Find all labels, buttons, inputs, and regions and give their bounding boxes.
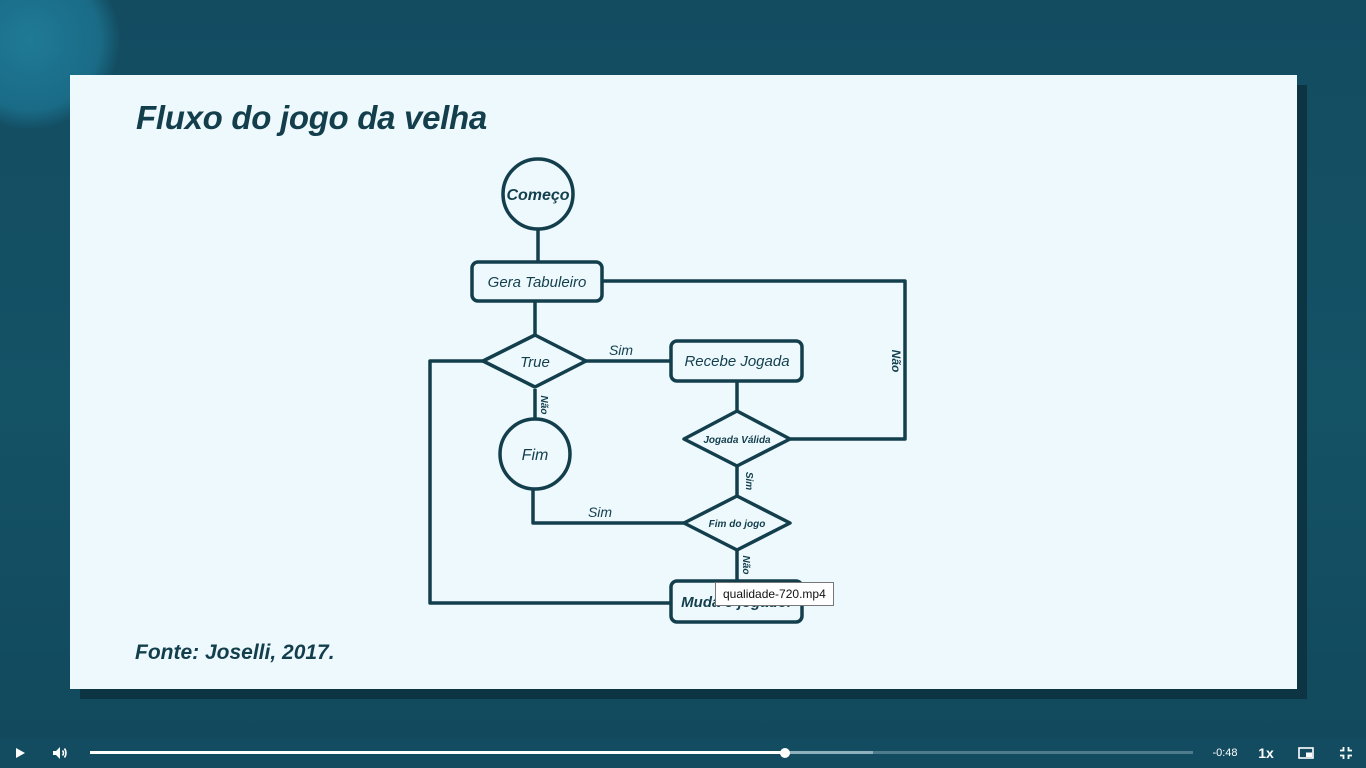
edge-label-valid-sim: Sim — [743, 472, 754, 490]
node-end-label: Fim — [522, 447, 549, 464]
video-controls: -0:48 1x — [0, 738, 1366, 768]
slide: Fluxo do jogo da velha Começo Gera Tabul… — [70, 75, 1297, 689]
picture-in-picture-icon — [1298, 747, 1314, 759]
exit-fullscreen-icon — [1340, 747, 1352, 759]
flowchart: Começo Gera Tabuleiro True Recebe Jogada… — [428, 157, 907, 624]
node-receive-label: Recebe Jogada — [684, 353, 789, 370]
edge-label-gameover-sim: Sim — [588, 504, 612, 520]
time-remaining: -0:48 — [1212, 747, 1238, 759]
volume-icon — [53, 747, 67, 759]
volume-button[interactable] — [48, 738, 72, 768]
edge-label-gameover-nao: Não — [740, 556, 751, 575]
node-gameover-label: Fim do jogo — [709, 519, 766, 530]
progress-bar[interactable] — [90, 747, 1193, 758]
video-stage[interactable]: Fluxo do jogo da velha Começo Gera Tabul… — [0, 0, 1366, 738]
edge-label-true-sim: Sim — [609, 342, 633, 358]
filename-tooltip: qualidade-720.mp4 — [715, 582, 834, 606]
picture-in-picture-button[interactable] — [1294, 738, 1318, 768]
edge-label-valid-nao: Não — [889, 350, 903, 373]
playback-speed-button[interactable]: 1x — [1252, 738, 1280, 768]
progress-played — [90, 751, 785, 754]
node-valid-label: Jogada Válida — [703, 435, 771, 446]
node-start-label: Começo — [506, 187, 569, 204]
exit-fullscreen-button[interactable] — [1334, 738, 1358, 768]
play-icon — [16, 748, 25, 758]
play-button[interactable] — [8, 738, 32, 768]
node-board-label: Gera Tabuleiro — [488, 274, 587, 291]
edge-label-true-nao: Não — [538, 396, 549, 415]
progress-thumb[interactable] — [779, 747, 790, 758]
node-true-label: True — [520, 354, 550, 371]
slide-source: Fonte: Joselli, 2017. — [135, 641, 335, 664]
